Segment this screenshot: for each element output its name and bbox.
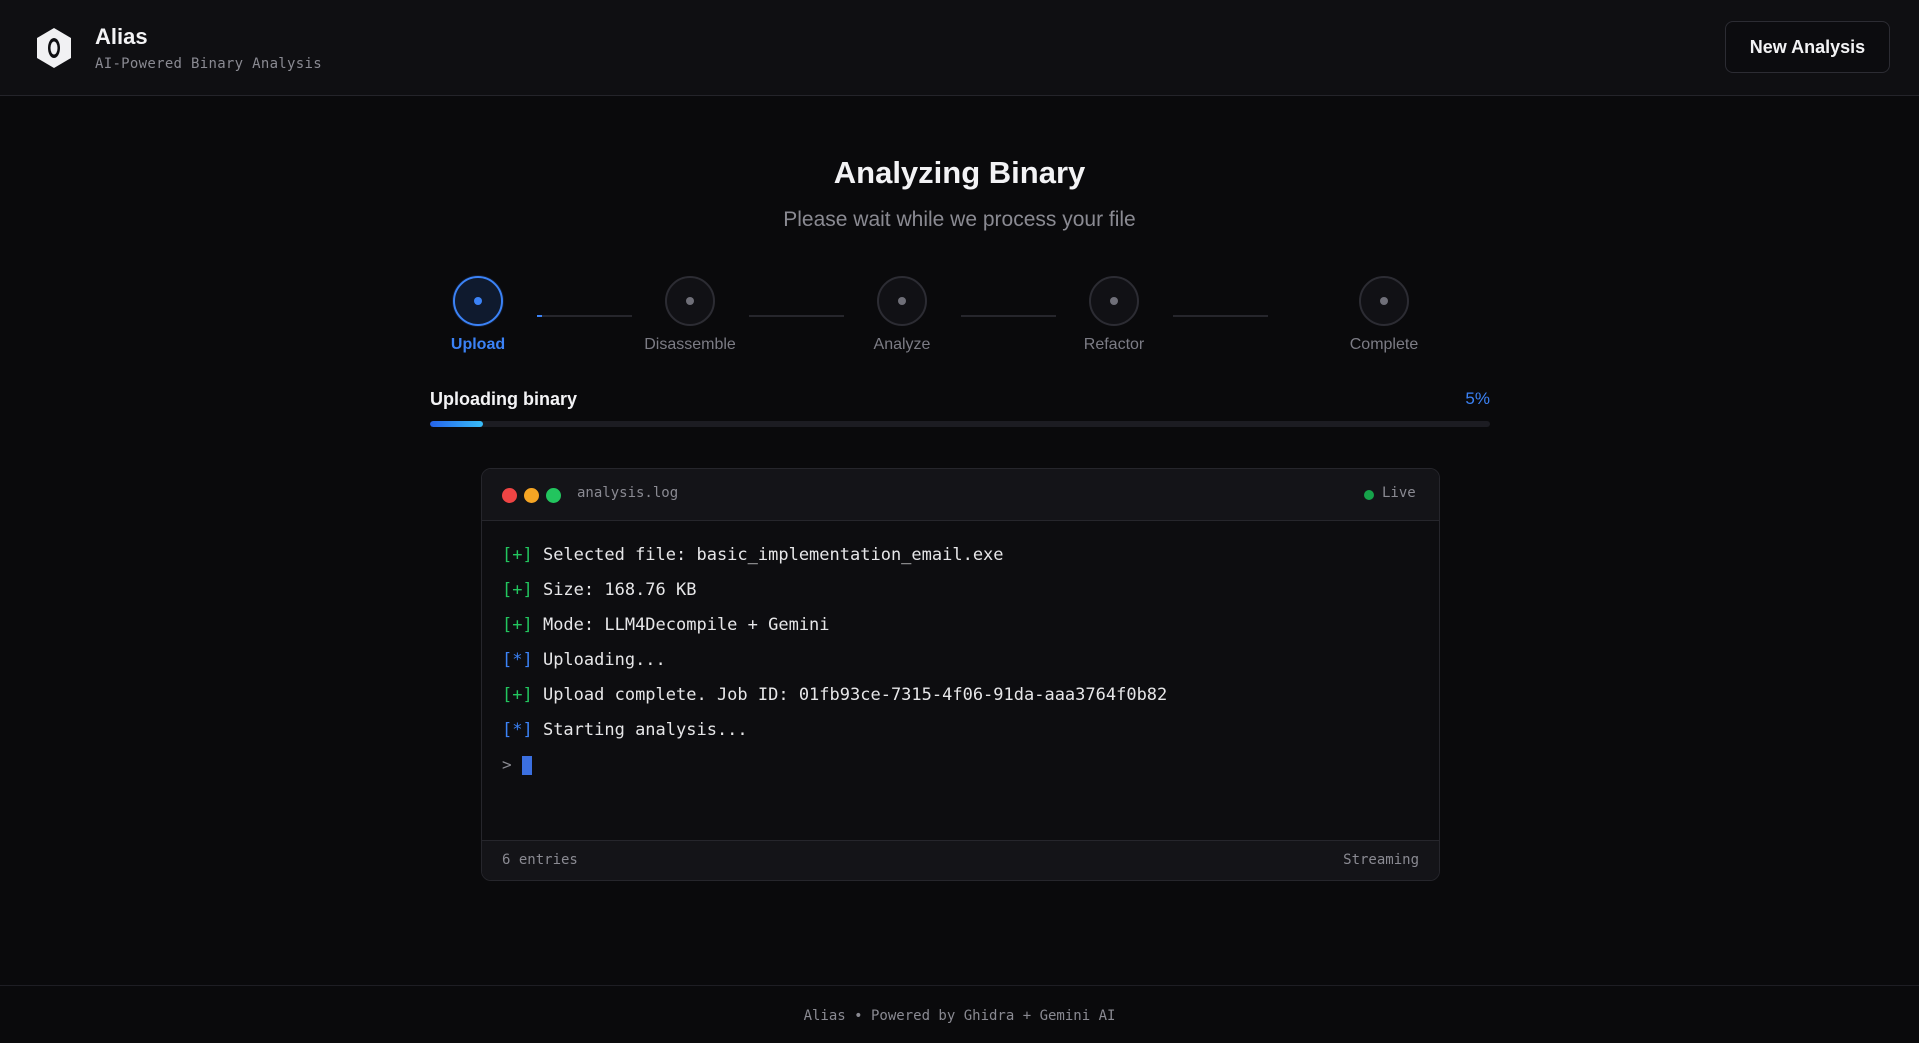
app-header: Alias AI-Powered Binary Analysis New Ana… (0, 0, 1919, 96)
step-disassemble-label: Disassemble (644, 336, 736, 353)
prompt-symbol: > (502, 755, 512, 774)
log-prefix: [+] (502, 545, 533, 565)
progress-bar (430, 421, 1490, 427)
terminal-filename: analysis.log (577, 485, 679, 501)
log-text: Mode: LLM4Decompile + Gemini (532, 615, 830, 635)
step-complete-indicator (1359, 276, 1409, 326)
cursor-icon (521, 756, 532, 775)
log-line: [+] Mode: LLM4Decompile + Gemini (502, 615, 1422, 650)
log-text: Size: 168.76 KB (532, 580, 697, 600)
close-dot-icon (502, 488, 517, 503)
step-analyze-label: Analyze (873, 336, 931, 353)
step-connector-1 (537, 315, 632, 317)
step-connector-fill (537, 315, 542, 317)
live-status-text: Live (1382, 485, 1416, 501)
step-complete-label: Complete (1349, 336, 1419, 353)
hexagon-eye-icon[interactable] (32, 26, 76, 70)
step-connector-4 (1173, 315, 1268, 317)
progress-percent: 5% (1465, 389, 1490, 408)
step-upload-indicator (453, 276, 503, 326)
step-refactor-label: Refactor (1083, 336, 1145, 353)
terminal-footer: 6 entries Streaming (482, 840, 1439, 880)
step-connector-3 (961, 315, 1056, 317)
progress-bar-fill (430, 421, 483, 427)
log-text: Starting analysis... (532, 720, 748, 740)
log-text: Upload complete. Job ID: 01fb93ce-7315-4… (532, 685, 1168, 705)
new-analysis-button[interactable]: New Analysis (1725, 21, 1890, 73)
terminal-prompt: > (502, 755, 1422, 790)
log-line: [+] Size: 168.76 KB (502, 580, 1422, 615)
log-terminal: analysis.log Live [+] Selected file: bas… (481, 468, 1440, 881)
step-dot-icon (1380, 297, 1388, 305)
log-line: [+] Upload complete. Job ID: 01fb93ce-73… (502, 685, 1422, 720)
step-connector-2 (749, 315, 844, 317)
log-line: [*] Uploading... (502, 650, 1422, 685)
terminal-log-body[interactable]: [+] Selected file: basic_implementation_… (502, 545, 1422, 790)
step-disassemble-indicator (665, 276, 715, 326)
log-prefix: [*] (502, 720, 533, 740)
log-prefix: [+] (502, 580, 533, 600)
log-prefix: [*] (502, 650, 533, 670)
brand-tagline: AI-Powered Binary Analysis (95, 56, 322, 72)
stream-status: Streaming (1343, 852, 1419, 868)
page-footer: Alias • Powered by Ghidra + Gemini AI (0, 985, 1919, 1043)
log-line: [*] Starting analysis... (502, 720, 1422, 755)
progress-label: Uploading binary (430, 389, 578, 409)
footer-text: Alias • Powered by Ghidra + Gemini AI (803, 1008, 1116, 1024)
live-status-icon (1364, 490, 1374, 500)
log-prefix: [+] (502, 685, 533, 705)
maximize-dot-icon (546, 488, 561, 503)
terminal-header: analysis.log Live (482, 469, 1439, 521)
log-line: [+] Selected file: basic_implementation_… (502, 545, 1422, 580)
brand-name: Alias (95, 24, 148, 49)
step-dot-icon (1110, 297, 1118, 305)
step-analyze-indicator (877, 276, 927, 326)
step-dot-icon (686, 297, 694, 305)
step-refactor-indicator (1089, 276, 1139, 326)
log-prefix: [+] (502, 615, 533, 635)
entry-count: 6 entries (502, 852, 578, 868)
step-dot-icon (474, 297, 482, 305)
step-dot-icon (898, 297, 906, 305)
minimize-dot-icon (524, 488, 539, 503)
log-text: Uploading... (532, 650, 666, 670)
page-title: Analyzing Binary (833, 155, 1086, 190)
step-upload-label: Upload (450, 336, 506, 353)
page-subtitle: Please wait while we process your file (783, 208, 1136, 231)
log-text: Selected file: basic_implementation_emai… (532, 545, 1004, 565)
